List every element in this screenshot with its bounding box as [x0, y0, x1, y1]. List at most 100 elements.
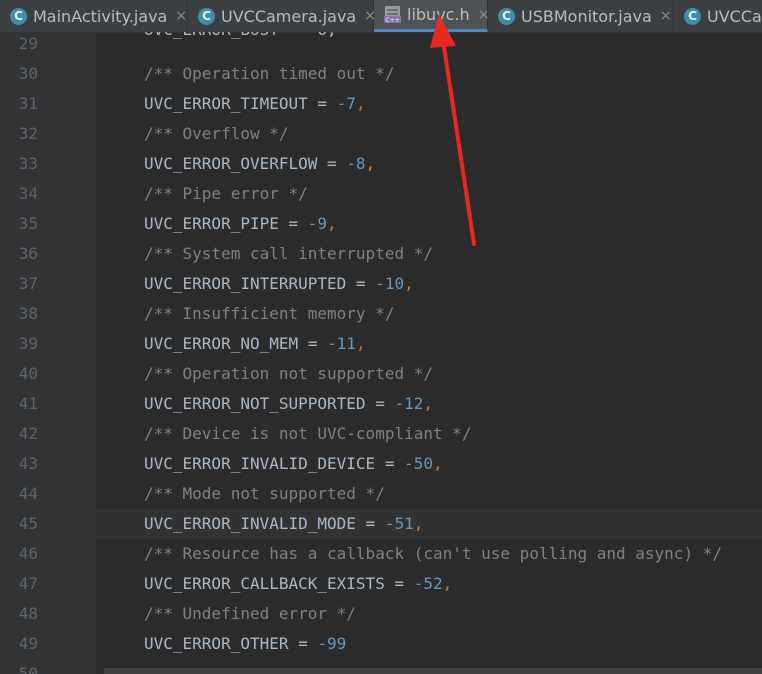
enum-constant-line[interactable]: UVC_ERROR_INTERRUPTED = -10,: [144, 269, 414, 299]
line-number: 50: [18, 664, 38, 674]
assign-operator: =: [298, 334, 328, 353]
line-number: 44: [18, 484, 38, 503]
comma: ,: [423, 394, 434, 413]
enum-value: -12: [394, 394, 424, 413]
line-number: 48: [18, 604, 38, 623]
enum-constant-line[interactable]: UVC_ERROR_NO_MEM = -11,: [144, 329, 366, 359]
assign-operator: =: [375, 454, 405, 473]
code-comment-line[interactable]: /** Resource has a callback (can't use p…: [144, 539, 722, 569]
enum-constant-name: UVC_ERROR_CALLBACK_EXISTS: [144, 574, 385, 593]
code-comment-line[interactable]: /** Operation not supported */: [144, 359, 433, 389]
java-class-icon: C: [684, 7, 701, 25]
enum-constant-name: UVC_ERROR_OVERFLOW: [144, 154, 318, 173]
line-number: 43: [18, 454, 38, 473]
doc-comment: /** Resource has a callback (can't use p…: [144, 544, 722, 563]
tab-mainactivity-java[interactable]: C MainActivity.java ×: [0, 0, 188, 32]
assign-operator: =: [355, 514, 385, 533]
assign-operator: =: [317, 154, 347, 173]
enum-constant-line[interactable]: UVC_ERROR_PIPE = -9,: [144, 209, 337, 239]
enum-constant-name: UVC_ERROR_PIPE: [144, 214, 279, 233]
enum-value: -8: [346, 154, 366, 173]
doc-comment: /** Operation timed out */: [144, 64, 395, 83]
close-icon[interactable]: ×: [660, 8, 672, 24]
enum-constant-line[interactable]: UVC_ERROR_OVERFLOW = -8,: [144, 149, 375, 179]
line-number: 36: [18, 244, 38, 263]
enum-value: -11: [327, 334, 356, 353]
doc-comment: /** Pipe error */: [144, 184, 308, 203]
enum-constant-name: UVC_ERROR_NOT_SUPPORTED: [144, 394, 366, 413]
enum-constant-line[interactable]: UVC_ERROR_CALLBACK_EXISTS = -52,: [144, 569, 452, 599]
code-comment-line[interactable]: /** Mode not supported */: [144, 479, 385, 509]
assign-operator: =: [288, 634, 318, 653]
line-number: 31: [18, 94, 38, 113]
enum-constant-name: UVC_ERROR_INVALID_MODE: [144, 514, 356, 533]
enum-constant-line[interactable]: UVC_ERROR_OTHER = -99: [144, 629, 346, 659]
code-comment-line[interactable]: /** Operation timed out */: [144, 59, 394, 89]
enum-constant-line[interactable]: UVC_ERROR_INVALID_DEVICE = -50,: [144, 449, 443, 479]
cpp-header-icon: C++: [384, 5, 401, 24]
line-number: 42: [18, 424, 38, 443]
close-icon[interactable]: ×: [175, 8, 187, 24]
code-comment-line[interactable]: /** Undefined error */: [144, 599, 356, 629]
tab-uvccam[interactable]: C UVCCam: [674, 0, 762, 32]
line-number: 45: [18, 514, 38, 533]
comma: ,: [404, 274, 414, 293]
tab-label: UVCCamera.java: [221, 6, 357, 26]
enum-constant-name: UVC_ERROR_INVALID_DEVICE: [144, 454, 376, 473]
doc-comment: /** System call interrupted */: [144, 244, 433, 263]
comma: ,: [433, 454, 443, 473]
code-comment-line[interactable]: /** System call interrupted */: [144, 239, 433, 269]
line-number: 34: [18, 184, 38, 203]
doc-comment: /** Operation not supported */: [144, 364, 433, 383]
comma: ,: [365, 154, 376, 173]
enum-constant-line[interactable]: UVC_ERROR_TIMEOUT = -7,: [144, 89, 366, 119]
tab-uvccamera-java[interactable]: C UVCCamera.java ×: [188, 0, 376, 32]
doc-comment: /** Overflow */: [144, 124, 289, 143]
line-number: 40: [18, 364, 38, 383]
enum-constant-partial: UVC_ERROR_BUSY = -6,: [144, 32, 337, 39]
line-number: 30: [18, 64, 38, 83]
doc-comment: /** Mode not supported */: [144, 484, 385, 503]
enum-constant-line[interactable]: UVC_ERROR_NOT_SUPPORTED = -12,: [144, 389, 433, 419]
enum-constant-name: UVC_ERROR_TIMEOUT: [144, 94, 308, 113]
enum-value: -7: [336, 94, 356, 113]
line-number-gutter[interactable]: 29 30 31 32 33 34 35 36 37 38 39 40 41 42 43 44 45 46 47 48…: [0, 32, 96, 674]
assign-operator: =: [384, 574, 414, 593]
java-class-icon: C: [498, 7, 515, 25]
tab-usbmonitor-java[interactable]: C USBMonitor.java ×: [488, 0, 674, 32]
tab-libuvc-h[interactable]: C++ libuvc.h ×: [374, 0, 489, 32]
enum-value: -50: [404, 454, 433, 473]
code-comment-line[interactable]: /** Overflow */: [144, 119, 289, 149]
code-line-partial[interactable]: UVC_ERROR_BUSY = -6,: [144, 32, 337, 45]
java-class-icon: C: [198, 7, 215, 25]
tab-label: libuvc.h: [407, 5, 470, 24]
comma: ,: [355, 94, 366, 113]
enum-value: -10: [375, 274, 405, 293]
tab-label: USBMonitor.java: [521, 6, 652, 26]
assign-operator: =: [307, 94, 337, 113]
assign-operator: =: [278, 214, 308, 233]
assign-operator: =: [346, 274, 376, 293]
line-number: 35: [18, 214, 38, 233]
enum-value: -9: [307, 214, 328, 233]
enum-value: -99: [317, 634, 347, 653]
enum-constant-name: UVC_ERROR_OTHER: [144, 634, 289, 653]
assign-operator: =: [365, 394, 395, 413]
comma: ,: [413, 514, 424, 533]
doc-comment: /** Device is not UVC-compliant */: [144, 424, 472, 443]
line-number: 39: [18, 334, 38, 353]
doc-comment: /** Undefined error */: [144, 604, 356, 623]
tab-label: UVCCam: [707, 6, 762, 26]
code-editor[interactable]: 29 30 31 32 33 34 35 36 37 38 39 40 41 42 43 44 45 46 47 48…: [0, 32, 762, 674]
line-number: 33: [18, 154, 38, 173]
horizontal-scrollbar[interactable]: [104, 668, 762, 674]
code-comment-line[interactable]: /** Pipe error */: [144, 179, 308, 209]
enum-constant-line[interactable]: UVC_ERROR_INVALID_MODE = -51,: [144, 509, 423, 539]
code-comment-line[interactable]: /** Insufficient memory */: [144, 299, 394, 329]
comma: ,: [327, 214, 337, 233]
comma: ,: [442, 574, 453, 593]
code-comment-line[interactable]: /** Device is not UVC-compliant */: [144, 419, 472, 449]
enum-constant-name: UVC_ERROR_INTERRUPTED: [144, 274, 347, 293]
line-number: 46: [18, 544, 38, 563]
line-number: 32: [18, 124, 38, 143]
